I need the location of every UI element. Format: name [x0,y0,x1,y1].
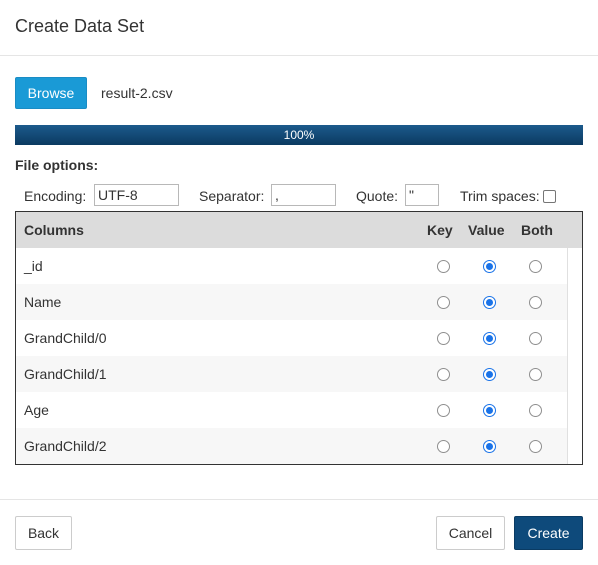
header-value: Value [468,222,505,238]
column-name: GrandChild/2 [24,438,107,454]
column-name: Age [24,402,49,418]
column-name: Name [24,294,62,310]
both-radio[interactable] [529,260,542,273]
column-name: _id [24,258,43,274]
header-key: Key [427,222,453,238]
browse-button[interactable]: Browse [15,77,87,109]
table-row: GrandChild/1 [16,356,567,392]
grid-header: Columns Key Value Both [16,212,582,248]
quote-input[interactable] [405,184,439,206]
header-both: Both [521,222,553,238]
separator-input[interactable] [271,184,336,206]
grid-scrollbar[interactable] [567,248,582,464]
value-radio[interactable] [483,296,496,309]
key-radio[interactable] [437,260,450,273]
both-radio[interactable] [529,404,542,417]
progress-label: 100% [283,128,315,142]
encoding-label: Encoding: [24,188,87,204]
both-radio[interactable] [529,332,542,345]
value-radio[interactable] [483,368,496,381]
value-radio[interactable] [483,260,496,273]
value-radio[interactable] [483,404,496,417]
table-row: Age [16,392,567,428]
table-row: GrandChild/2 [16,428,567,464]
trim-spaces-label: Trim spaces: [460,188,540,204]
key-radio[interactable] [437,368,450,381]
separator-label: Separator: [199,188,265,204]
encoding-input[interactable] [94,184,179,206]
both-radio[interactable] [529,440,542,453]
dialog-title: Create Data Set [15,16,145,36]
dialog-footer [0,499,598,565]
column-name: GrandChild/1 [24,366,107,382]
value-radio[interactable] [483,440,496,453]
cancel-button[interactable]: Cancel [436,516,505,550]
selected-file-name: result-2.csv [101,85,173,101]
key-radio[interactable] [437,296,450,309]
table-row: _id [16,248,567,284]
back-button[interactable]: Back [15,516,72,550]
table-row: GrandChild/0 [16,320,567,356]
table-row: Name [16,284,567,320]
both-radio[interactable] [529,368,542,381]
key-radio[interactable] [437,440,450,453]
create-button[interactable]: Create [514,516,583,550]
key-radio[interactable] [437,404,450,417]
trim-spaces-checkbox[interactable] [543,190,556,203]
both-radio[interactable] [529,296,542,309]
grid-body: _id Name GrandChild/0 GrandChild/1 Age GrandC… [16,248,567,464]
columns-grid: Columns Key Value Both _id Name GrandChild… [15,211,583,465]
upload-progress-bar: 100% [15,125,583,145]
header-columns: Columns [24,222,84,238]
column-name: GrandChild/0 [24,330,107,346]
file-options-title: File options: [15,157,99,173]
value-radio[interactable] [483,332,496,345]
key-radio[interactable] [437,332,450,345]
quote-label: Quote: [356,188,399,204]
dialog-header: Create Data Set [0,0,598,56]
